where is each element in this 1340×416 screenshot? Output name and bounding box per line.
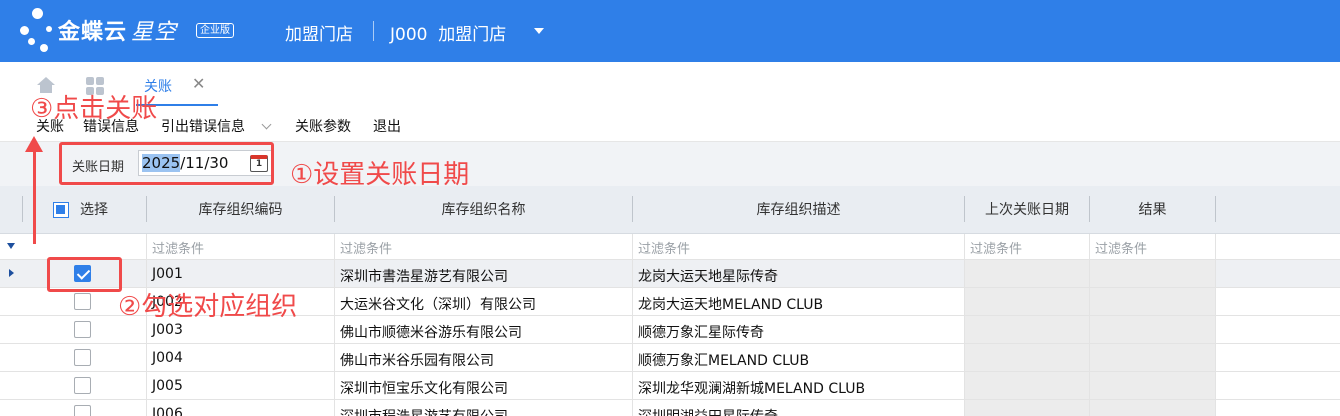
org-desc: 龙岗大运天地MELAND CLUB (638, 297, 824, 313)
column-header-org-name[interactable]: 库存组织名称 (335, 186, 632, 234)
org-code: J006 (152, 406, 183, 416)
table-row[interactable]: J001 深圳市書浩星游艺有限公司 龙岗大运天地星际传奇 (0, 260, 1340, 288)
annotation-box-checkbox (47, 257, 122, 292)
brand-name: 金蝶云 星空 (58, 20, 178, 45)
store-selector[interactable]: J000 加盟门店 (390, 20, 506, 45)
select-all-checkbox[interactable] (53, 202, 69, 218)
annotation-step3: ③点击关账 (30, 94, 158, 124)
org-code: J001 (152, 266, 183, 282)
org-desc: 深圳明湖益田星际传奇 (638, 406, 778, 416)
chevron-down-icon[interactable] (261, 119, 272, 130)
org-desc: 龙岗大运天地星际传奇 (638, 269, 778, 285)
row-checkbox[interactable] (74, 405, 91, 416)
org-desc: 顺德万象汇星际传奇 (638, 325, 764, 341)
close-params-button[interactable]: 关账参数 (295, 116, 351, 136)
filter-result[interactable]: 过滤条件 (1095, 238, 1147, 257)
org-desc: 深圳龙华观澜湖新城MELAND CLUB (638, 381, 866, 397)
edition-badge: 企业版 (196, 23, 234, 38)
result-cell (1090, 316, 1215, 343)
filter-row: 过滤条件 过滤条件 过滤条件 过滤条件 过滤条件 (0, 234, 1340, 260)
export-errors-button[interactable]: 引出错误信息 (161, 116, 245, 136)
annotation-step2: ②勾选对应组织 (118, 292, 298, 322)
filter-org-code[interactable]: 过滤条件 (152, 238, 204, 257)
table-row[interactable]: J006 深圳市程浩星游艺有限公司 深圳明湖益田星际传奇 (0, 400, 1340, 416)
last-close-date-cell (965, 316, 1089, 343)
top-header: 金蝶云 星空 企业版 加盟门店 J000 加盟门店 (0, 0, 1340, 62)
result-cell (1090, 288, 1215, 315)
annotation-box-date (59, 142, 274, 185)
row-checkbox[interactable] (74, 349, 91, 366)
last-close-date-cell (965, 372, 1089, 399)
result-cell (1090, 344, 1215, 371)
column-gridline (334, 234, 335, 416)
column-header-last-close-date[interactable]: 上次关账日期 (965, 186, 1089, 234)
chevron-down-icon[interactable] (534, 28, 544, 34)
org-name: 大运米谷文化（深圳）有限公司 (340, 297, 536, 313)
kingdee-logo-icon (20, 8, 60, 54)
column-gridline (1215, 234, 1216, 416)
column-header-org-desc[interactable]: 库存组织描述 (633, 186, 964, 234)
last-close-date-cell (965, 344, 1089, 371)
org-code: J005 (152, 378, 183, 394)
filter-org-name[interactable]: 过滤条件 (340, 238, 392, 257)
table-row[interactable]: J005 深圳市恒宝乐文化有限公司 深圳龙华观澜湖新城MELAND CLUB (0, 372, 1340, 400)
last-close-date-cell (965, 288, 1089, 315)
column-gridline (632, 234, 633, 416)
result-cell (1090, 260, 1215, 287)
result-cell (1090, 400, 1215, 416)
column-divider (1215, 196, 1216, 222)
table-row[interactable]: J004 佛山市米谷乐园有限公司 顺德万象汇MELAND CLUB (0, 344, 1340, 372)
tab-bar: 关账 ✕ (0, 62, 1340, 108)
column-header-org-code[interactable]: 库存组织编码 (147, 186, 334, 234)
column-gridline (1089, 234, 1090, 416)
column-header-result[interactable]: 结果 (1090, 186, 1215, 234)
org-name: 佛山市顺德米谷游乐有限公司 (340, 325, 522, 341)
org-name: 深圳市書浩星游艺有限公司 (340, 269, 508, 285)
current-row-icon (9, 269, 14, 277)
result-cell (1090, 372, 1215, 399)
column-gridline (964, 234, 965, 416)
close-icon[interactable]: ✕ (192, 74, 205, 93)
org-code: J003 (152, 322, 183, 338)
filter-last-close-date[interactable]: 过滤条件 (970, 238, 1022, 257)
exit-button[interactable]: 退出 (373, 116, 401, 136)
org-name: 深圳市程浩星游艺有限公司 (340, 406, 508, 416)
row-checkbox[interactable] (74, 293, 91, 310)
row-checkbox[interactable] (74, 321, 91, 338)
column-gridline (146, 234, 147, 416)
org-code: J004 (152, 350, 183, 366)
annotation-arrow-line (33, 148, 36, 244)
annotation-step1: ①设置关账日期 (290, 160, 470, 190)
filter-org-desc[interactable]: 过滤条件 (638, 238, 690, 257)
org-name: 佛山市米谷乐园有限公司 (340, 353, 494, 369)
org-name: 深圳市恒宝乐文化有限公司 (340, 381, 508, 397)
store-type[interactable]: 加盟门店 (285, 20, 353, 45)
last-close-date-cell (965, 400, 1089, 416)
header-divider (373, 21, 374, 41)
toolbar: 关账 错误信息 引出错误信息 关账参数 退出 (0, 108, 1340, 142)
org-desc: 顺德万象汇MELAND CLUB (638, 353, 810, 369)
filter-icon[interactable] (7, 243, 15, 249)
column-header-select[interactable]: 选择 (80, 186, 108, 234)
table-header: 选择 库存组织编码 库存组织名称 库存组织描述 上次关账日期 结果 (0, 186, 1340, 234)
row-checkbox[interactable] (74, 377, 91, 394)
last-close-date-cell (965, 260, 1089, 287)
column-divider (22, 196, 23, 222)
